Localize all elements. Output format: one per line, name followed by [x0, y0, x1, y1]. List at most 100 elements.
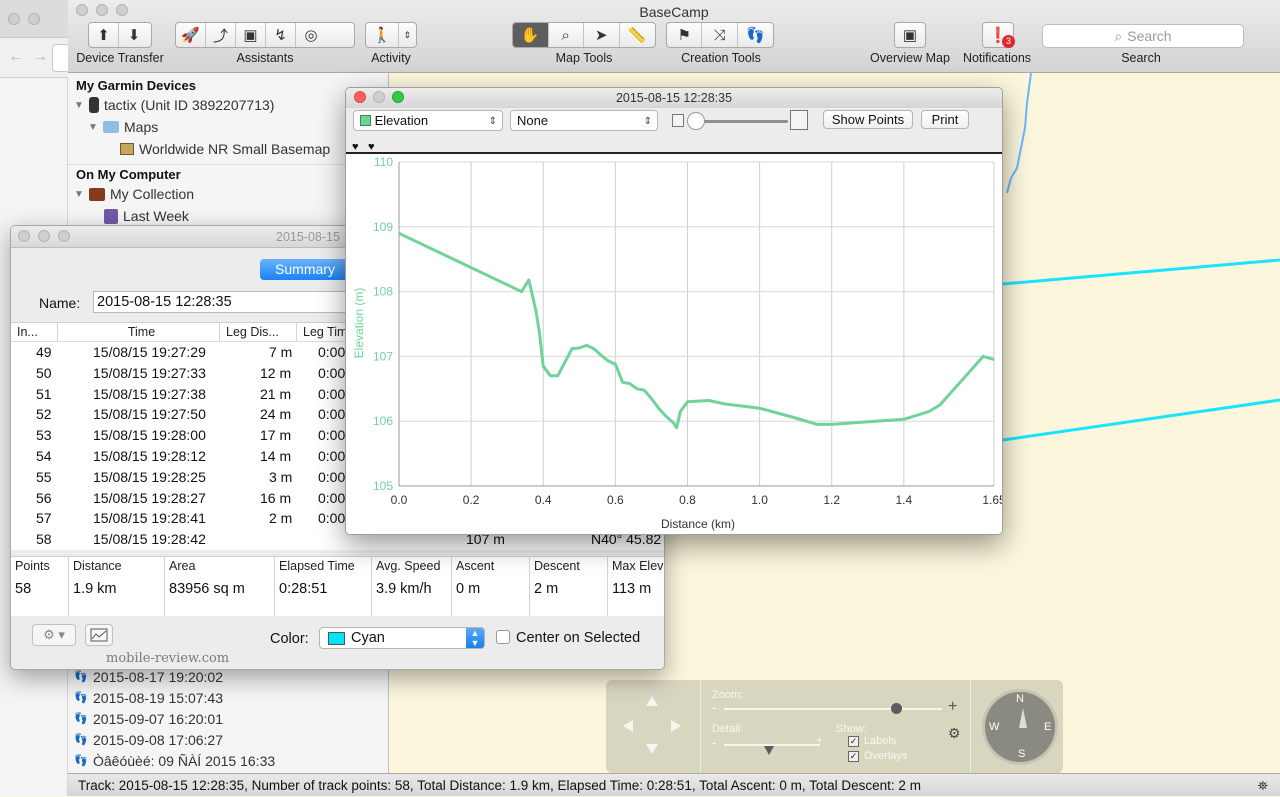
row-leg-time: 0:00	[318, 468, 346, 485]
show-points-button[interactable]: Show Points	[823, 110, 913, 129]
track-label: 2015-09-07 16:20:01	[93, 711, 223, 727]
receive-from-device-button[interactable]: ⬆	[89, 23, 119, 47]
collection-item[interactable]: ▼ My Collection	[74, 186, 194, 202]
disclosure-down-icon[interactable]: ▼	[74, 100, 84, 111]
row-leg-time: 0:00	[318, 406, 346, 423]
photo-assistant-button[interactable]: ◎	[296, 23, 326, 47]
select-tool-button[interactable]: ➤	[584, 23, 620, 47]
activity-dropdown[interactable]: ⇕	[399, 23, 416, 47]
assistants-label: Assistants	[236, 51, 294, 65]
stat-value: 2 m	[534, 581, 559, 597]
labels-checkbox[interactable]: ✓	[848, 736, 859, 747]
stat-header: Ascent	[456, 559, 495, 573]
new-route-button[interactable]: ⤨	[702, 23, 738, 47]
zoom-slider-knob[interactable]	[891, 703, 902, 714]
browser-minimize-button[interactable]	[28, 13, 40, 25]
river-line	[1006, 73, 1032, 194]
track-window-close-button[interactable]	[18, 230, 30, 242]
row-leg-time: 0:00	[318, 489, 346, 506]
row-distance: 3 m	[269, 468, 293, 485]
zoom-in-profile-icon[interactable]	[790, 110, 808, 130]
trail-assistant-button[interactable]: ↯	[266, 23, 296, 47]
browser-address-bar[interactable]	[52, 44, 68, 72]
y-axis-label: Elevation (m)	[352, 288, 366, 359]
zoom-in-icon[interactable]: +	[948, 698, 957, 716]
track-list-item[interactable]: 👣 Òâêóùèé: 09 ÑÀÍ 2015 16:33	[74, 753, 275, 769]
profile-zoom-slider-track[interactable]	[692, 120, 788, 123]
tab-summary[interactable]: Summary	[260, 259, 350, 280]
walking-activity-button[interactable]: 🚶	[366, 23, 399, 47]
track-list-item[interactable]: 👣 2015-09-08 17:06:27	[74, 732, 223, 748]
basemap-item[interactable]: Worldwide NR Small Basemap	[120, 141, 330, 157]
disclosure-down-icon[interactable]: ▼	[88, 122, 98, 133]
stat-value: 83956 sq m	[169, 581, 245, 597]
pan-down-icon[interactable]	[646, 744, 658, 754]
overview-map-button[interactable]: ▣	[894, 22, 926, 48]
search-input[interactable]: ⌕ Search	[1042, 24, 1244, 48]
track-window-zoom-button[interactable]	[58, 230, 70, 242]
cyan-track-line	[1002, 398, 1280, 442]
track-name-field[interactable]: 2015-08-15 12:28:35	[93, 291, 353, 313]
device-item[interactable]: ▼ tactix (Unit ID 3892207713)	[74, 97, 274, 113]
map-tools-group: ✋ ⌕ ➤ 📏	[512, 22, 656, 48]
new-waypoint-button[interactable]: ⚑	[667, 23, 703, 47]
detail-minus-icon[interactable]: -	[712, 734, 717, 750]
elevation-chart[interactable]: 0.0 0.2 0.4 0.6 0.8 1.0 1.2 1.4 1.65 105 106 107 10…	[346, 152, 1002, 534]
browser-close-button[interactable]	[8, 13, 20, 25]
rocket-assistant-button[interactable]: 🚀	[176, 23, 206, 47]
row-time: 15/08/15 19:27:50	[93, 406, 206, 423]
pan-up-icon[interactable]	[646, 696, 658, 706]
actions-menu-button[interactable]: ⚙ ▾	[32, 624, 76, 646]
route-assistant-button[interactable]: ⤴	[206, 23, 236, 47]
stat-value: 0 m	[456, 581, 481, 597]
forward-arrow-icon[interactable]: →	[32, 48, 48, 66]
row-index: 57	[36, 510, 52, 527]
stat-header: Avg. Speed	[376, 559, 441, 573]
column-header-time[interactable]: Time	[58, 323, 220, 341]
detail-plus-icon[interactable]: +	[816, 733, 823, 747]
activity-selector[interactable]: 🚶 ⇕	[365, 22, 417, 48]
zoom-out-icon[interactable]: -	[712, 699, 717, 715]
stat-header: Max Elev	[612, 559, 664, 573]
profile-type-dropdown[interactable]: Elevation ⇕	[353, 110, 503, 131]
backpack-assistant-button[interactable]: ▣	[236, 23, 266, 47]
secondary-profile-dropdown[interactable]: None ⇕	[510, 110, 658, 131]
devices-header: My Garmin Devices	[76, 78, 196, 93]
map-settings-gear-icon[interactable]: ⚙	[948, 725, 961, 742]
zoom-tool-button[interactable]: ⌕	[549, 23, 584, 47]
new-track-button[interactable]: 👣	[738, 23, 773, 47]
track-list-item[interactable]: 👣 2015-08-19 15:07:43	[74, 690, 223, 706]
disclosure-down-icon[interactable]: ▼	[74, 189, 84, 200]
overview-map-icon-wrap[interactable]: ▣	[895, 23, 925, 47]
overlays-checkbox[interactable]: ✓	[848, 751, 859, 762]
show-graph-button[interactable]	[85, 624, 113, 646]
compass-rose[interactable]: N S E W	[982, 689, 1058, 765]
pan-right-icon[interactable]	[671, 720, 681, 732]
row-leg-time: 0:00	[318, 448, 346, 464]
track-window-minimize-button[interactable]	[38, 230, 50, 242]
track-list-item[interactable]: 👣 2015-09-07 16:20:01	[74, 711, 223, 727]
back-arrow-icon[interactable]: ←	[8, 48, 24, 66]
measure-tool-button[interactable]: 📏	[620, 23, 655, 47]
profile-zoom-slider-knob[interactable]	[687, 112, 705, 130]
hand-tool-button[interactable]: ✋	[513, 23, 549, 47]
column-header-index[interactable]: In...	[11, 323, 58, 341]
stat-value: 3.9 km/h	[376, 581, 432, 597]
stat-descent: Descent 2 m	[530, 557, 608, 617]
binoculars-icon[interactable]: ⛯	[1258, 774, 1268, 797]
maps-item[interactable]: ▼ Maps	[88, 119, 158, 135]
elevation-window-titlebar[interactable]: 2015-08-15 12:28:35	[346, 88, 1002, 108]
column-header-leg-distance[interactable]: Leg Dis...	[220, 323, 297, 341]
send-to-device-button[interactable]: ⬇	[119, 23, 149, 47]
zoom-out-profile-icon[interactable]	[672, 114, 684, 127]
zoom-slider-track[interactable]	[724, 708, 942, 710]
detail-slider-knob[interactable]	[764, 746, 774, 755]
color-dropdown[interactable]: Cyan ▲ ▼	[319, 627, 485, 649]
computer-header: On My Computer	[76, 167, 181, 182]
track-list-item[interactable]: 👣 2015-08-17 19:20:02	[74, 669, 223, 685]
pan-left-icon[interactable]	[623, 720, 633, 732]
hand-icon: ✋	[520, 27, 540, 44]
print-button[interactable]: Print	[921, 110, 969, 129]
center-on-selected-checkbox[interactable]	[496, 630, 510, 644]
last-week-item[interactable]: Last Week	[104, 208, 189, 224]
